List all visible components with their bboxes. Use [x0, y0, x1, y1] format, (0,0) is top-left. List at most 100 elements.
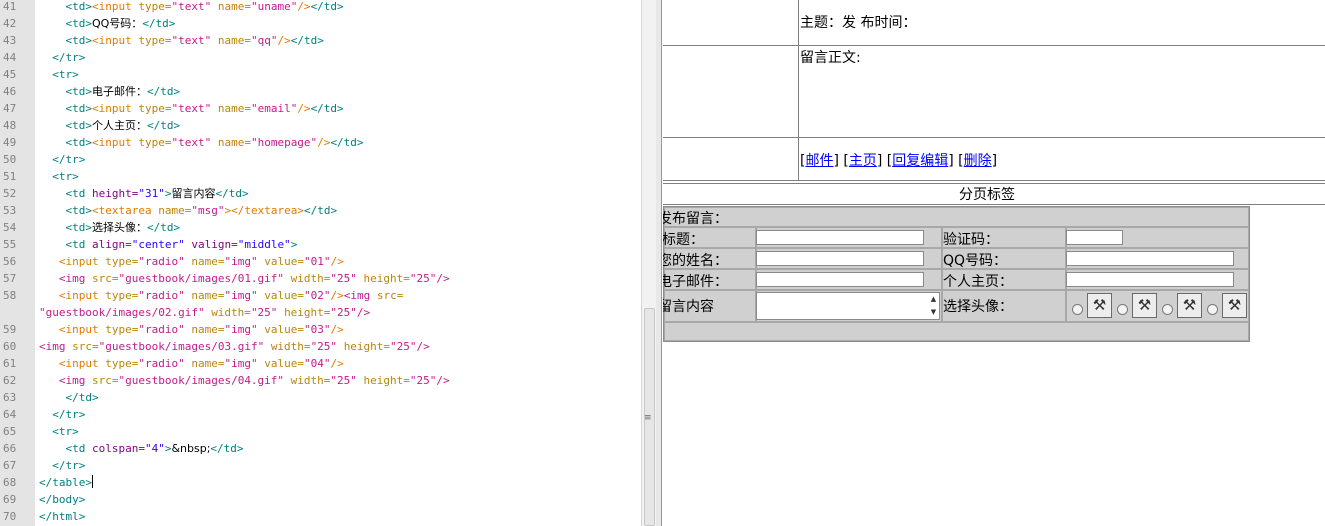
code-line[interactable]: "guestbook/images/02.gif" width="25" hei…: [39, 304, 370, 321]
code-token: height=: [284, 306, 331, 319]
code-token: type=: [105, 323, 139, 336]
code-line[interactable]: </tr>: [39, 406, 85, 423]
code-line[interactable]: <td><input type="text" name="qq"/></td>: [39, 32, 324, 49]
line-number: 55: [3, 238, 17, 251]
code-line[interactable]: </tr>: [39, 151, 85, 168]
code-token: </td>: [290, 34, 324, 47]
homepage-link[interactable]: 主页: [849, 153, 877, 169]
code-token: "guestbook/images/03.gif": [98, 340, 271, 353]
code-token: </td>: [215, 187, 249, 200]
code-token: width=: [270, 340, 311, 353]
line-number: 64: [3, 408, 17, 421]
textarea-spinner[interactable]: ▲ ▼: [928, 293, 939, 319]
code-line[interactable]: <img src="guestbook/images/03.gif" width…: [39, 338, 430, 355]
avatar-radio-02[interactable]: [1117, 304, 1128, 315]
code-line[interactable]: <td colspan="4">&nbsp;</td>: [39, 440, 243, 457]
email-link[interactable]: 邮件: [805, 153, 833, 169]
delete-link[interactable]: 删除: [964, 153, 992, 169]
grid-line: [663, 137, 1325, 138]
code-line[interactable]: <td height="31">留言内容</td>: [39, 185, 249, 202]
code-line[interactable]: <td><input type="text" name="email"/></t…: [39, 100, 343, 117]
captcha-input[interactable]: [1066, 230, 1123, 245]
code-line[interactable]: </table>: [39, 474, 93, 491]
code-line[interactable]: </body>: [39, 491, 85, 508]
avatar-image-04: ⚒: [1222, 293, 1247, 318]
avatar-radio-03[interactable]: [1162, 304, 1173, 315]
code-token: <tr>: [39, 170, 79, 183]
code-line[interactable]: <td>选择头像：</td>: [39, 219, 180, 236]
code-line[interactable]: <img src="guestbook/images/04.gif" width…: [39, 372, 450, 389]
avatar-radio-01[interactable]: [1072, 304, 1083, 315]
message-textarea[interactable]: ▲ ▼: [756, 292, 940, 320]
code-token: <input: [39, 357, 106, 370]
code-token: 个人主页：: [91, 119, 147, 132]
code-token: />: [330, 323, 344, 336]
code-token: <img: [39, 374, 92, 387]
code-token: <td>: [39, 136, 92, 149]
code-line[interactable]: <tr>: [39, 423, 79, 440]
editor-scrollbar[interactable]: ≡: [641, 0, 656, 526]
code-token: QQ号码：: [91, 17, 143, 30]
code-line[interactable]: <td><input type="text" name="uname"/></t…: [39, 0, 344, 15]
email-input[interactable]: [756, 272, 924, 287]
code-line[interactable]: </tr>: [39, 49, 85, 66]
line-number: 44: [3, 51, 17, 64]
code-token: name=: [191, 255, 225, 268]
name-input[interactable]: [756, 251, 924, 266]
code-token: "03": [303, 323, 331, 336]
line-number: 47: [3, 102, 17, 115]
qq-input[interactable]: [1066, 251, 1234, 266]
code-token: </html>: [39, 510, 86, 523]
code-line[interactable]: </html>: [39, 508, 85, 525]
code-token: <td: [39, 238, 92, 251]
code-token: colspan=: [91, 442, 145, 455]
code-line[interactable]: <tr>: [39, 168, 79, 185]
avatar-radio-04[interactable]: [1207, 304, 1218, 315]
code-line[interactable]: <input type="radio" name="img" value="02…: [39, 287, 403, 304]
code-token: height=: [91, 187, 139, 200]
homepage-input[interactable]: [1066, 272, 1234, 287]
code-line[interactable]: <td>个人主页：</td>: [39, 117, 180, 134]
title-label: 标题：: [663, 232, 704, 248]
code-token: width=: [290, 374, 331, 387]
code-line[interactable]: </td>: [39, 389, 98, 406]
code-line[interactable]: <td><textarea name="msg"></textarea></td…: [39, 202, 337, 219]
code-token: <tr>: [39, 425, 79, 438]
split-view-divider[interactable]: [656, 0, 662, 526]
email-label: 电子邮件：: [663, 274, 728, 290]
line-number: 43: [3, 34, 17, 47]
code-token: <td>: [39, 204, 92, 217]
code-line[interactable]: <tr>: [39, 66, 79, 83]
title-input[interactable]: [756, 230, 924, 245]
name-label: 您的姓名：: [663, 253, 728, 269]
code-line[interactable]: <img src="guestbook/images/01.gif" width…: [39, 270, 450, 287]
code-line[interactable]: <input type="radio" name="img" value="04…: [39, 355, 344, 372]
code-line[interactable]: <td>QQ号码：</td>: [39, 15, 175, 32]
code-token: </td>: [330, 136, 364, 149]
code-editor[interactable]: 41 42 43 44 45 46 47 48 49 50 51 52 53 54 55 56 57 58 59 60…: [0, 0, 641, 526]
avatar-label: 选择头像：: [943, 299, 1013, 315]
edit-link[interactable]: 编辑: [920, 153, 948, 169]
code-token: name=: [217, 102, 251, 115]
code-line[interactable]: <input type="radio" name="img" value="03…: [39, 321, 344, 338]
code-token: "msg": [191, 204, 225, 217]
reply-link[interactable]: 回复: [892, 153, 920, 169]
code-token: type=: [138, 102, 172, 115]
code-token: type=: [138, 0, 172, 13]
code-line[interactable]: <td>电子邮件：</td>: [39, 83, 180, 100]
code-line[interactable]: <input type="radio" name="img" value="01…: [39, 253, 344, 270]
code-line[interactable]: <td><input type="text" name="homepage"/>…: [39, 134, 364, 151]
line-number: 67: [3, 459, 17, 472]
code-token: "4": [144, 442, 165, 455]
code-token: "img": [224, 357, 265, 370]
code-line[interactable]: <td align="center" valign="middle">: [39, 236, 297, 253]
grid-line: [798, 0, 799, 181]
code-line[interactable]: </tr>: [39, 457, 85, 474]
code-token: />: [436, 374, 450, 387]
code-token: 留言内容: [171, 187, 216, 200]
code-token: type=: [138, 34, 172, 47]
design-preview[interactable]: 主题：发 布时间： 留言正文: [邮件] [主页] [回复编辑] [删除] 分页…: [663, 0, 1325, 526]
code-token: </td>: [310, 0, 344, 13]
code-token: type=: [105, 289, 139, 302]
code-token: "25": [330, 306, 357, 319]
